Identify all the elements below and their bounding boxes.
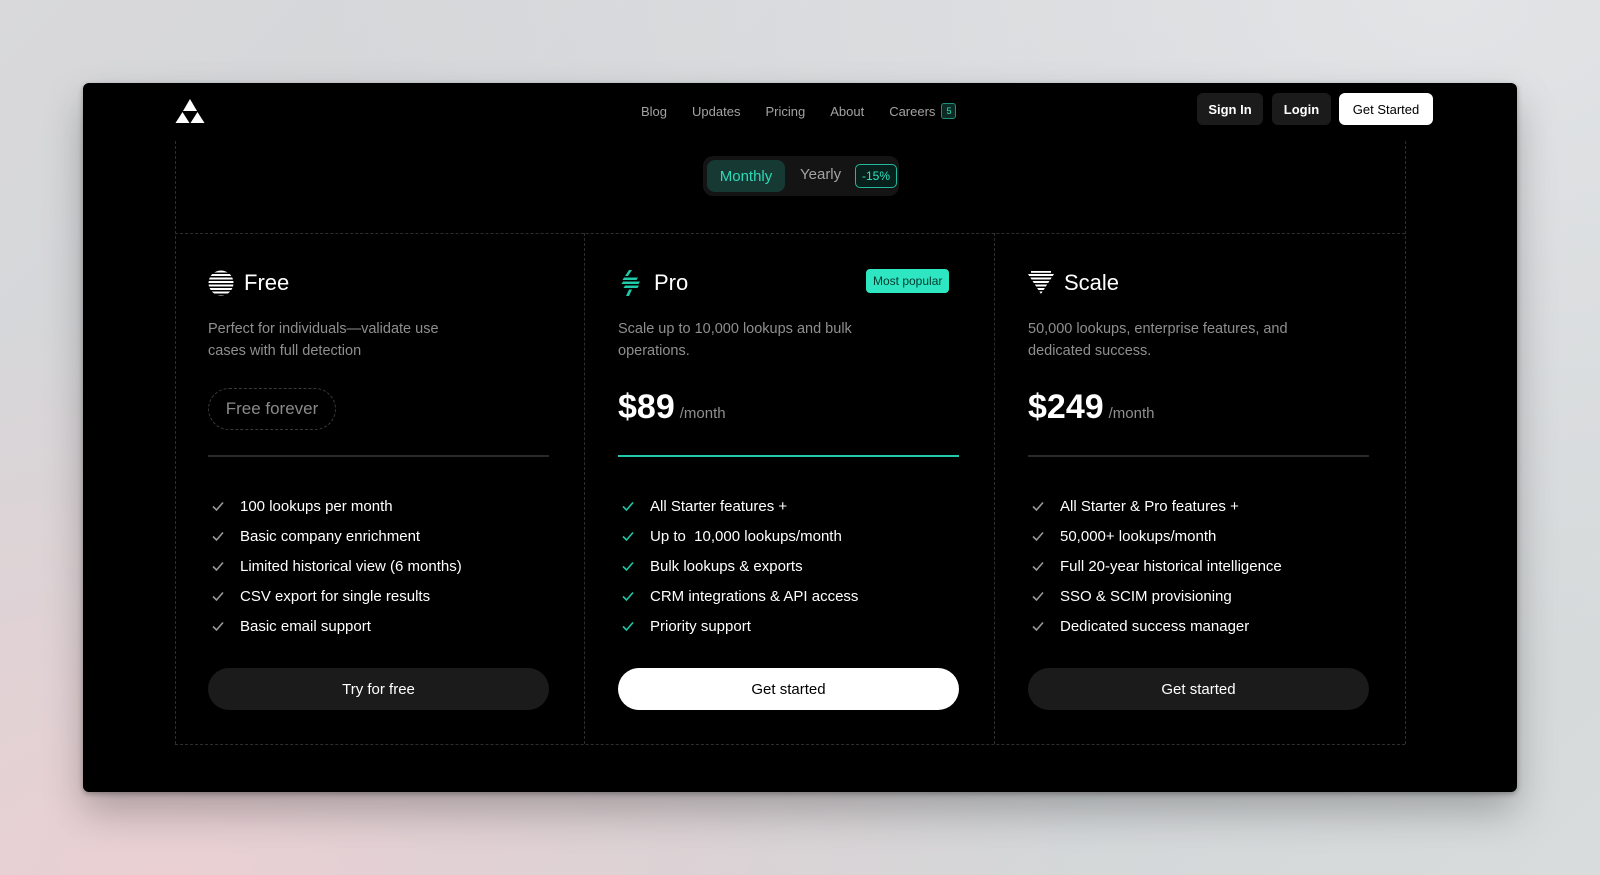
feature-item: 100 lookups per month bbox=[208, 491, 462, 521]
nav-link-pricing[interactable]: Pricing bbox=[765, 104, 805, 119]
price-label: Free forever bbox=[208, 388, 336, 430]
feature-label: Dedicated success manager bbox=[1060, 617, 1250, 635]
plan-card-pro: Pro Most popular Scale up to 10,000 look… bbox=[582, 233, 1001, 743]
sign-in-button[interactable]: Sign In bbox=[1197, 93, 1263, 125]
logo-icon[interactable] bbox=[175, 98, 205, 124]
nav-link-blog[interactable]: Blog bbox=[641, 104, 667, 119]
check-icon bbox=[212, 561, 224, 572]
try-for-free-button[interactable]: Try for free bbox=[208, 668, 549, 710]
plan-header: Pro bbox=[618, 270, 688, 296]
check-icon bbox=[622, 501, 634, 512]
check-icon bbox=[212, 501, 224, 512]
feature-item: Full 20-year historical intelligence bbox=[1028, 551, 1282, 581]
feature-item: CSV export for single results bbox=[208, 581, 462, 611]
nav-link-label: About bbox=[830, 103, 865, 119]
most-popular-badge: Most popular bbox=[866, 269, 950, 293]
frame-line bbox=[175, 744, 1405, 745]
monthly-tab[interactable]: Monthly bbox=[707, 160, 785, 192]
plan-divider bbox=[1028, 455, 1369, 457]
nav-link-label: Careers bbox=[889, 103, 936, 119]
plan-header: Free bbox=[208, 270, 289, 296]
plan-name: Scale bbox=[1064, 270, 1120, 295]
billing-toggle: Monthly Yearly -15% bbox=[703, 156, 899, 196]
app-window: Blog Updates Pricing About Careers 5 Sign… bbox=[83, 83, 1517, 792]
plan-card-free: Free Perfect for individuals—validate us… bbox=[172, 233, 591, 743]
login-button[interactable]: Login bbox=[1272, 93, 1331, 125]
nav-link-careers[interactable]: Careers 5 bbox=[889, 103, 957, 119]
price-period: /month bbox=[1108, 405, 1155, 422]
nav-link-updates[interactable]: Updates bbox=[692, 104, 740, 119]
plan-name: Free bbox=[244, 270, 290, 295]
feature-label: Limited historical view (6 months) bbox=[240, 557, 462, 575]
feature-item: Bulk lookups & exports bbox=[618, 551, 858, 581]
feature-label: Bulk lookups & exports bbox=[650, 557, 803, 575]
feature-list: All Starter features + Up to 10,000 look… bbox=[618, 491, 858, 641]
get-started-button[interactable]: Get Started bbox=[1339, 93, 1433, 125]
feature-label: All Starter features + bbox=[650, 497, 788, 515]
feature-item: 50,000+ lookups/month bbox=[1028, 521, 1282, 551]
feature-item: Priority support bbox=[618, 611, 858, 641]
price-amount: $89 bbox=[618, 388, 675, 426]
check-icon bbox=[622, 591, 634, 602]
price-period: /month bbox=[679, 405, 726, 422]
feature-item: Basic email support bbox=[208, 611, 462, 641]
plan-price: $89 /month bbox=[618, 388, 726, 427]
nav-link-label: Blog bbox=[641, 103, 668, 119]
check-icon bbox=[212, 591, 224, 602]
feature-item: SSO & SCIM provisioning bbox=[1028, 581, 1282, 611]
feature-item: All Starter features + bbox=[618, 491, 858, 521]
feature-label: All Starter & Pro features + bbox=[1060, 497, 1239, 515]
check-icon bbox=[1032, 621, 1044, 632]
feature-item: CRM integrations & API access bbox=[618, 581, 858, 611]
nav-link-label: Pricing bbox=[765, 103, 806, 119]
plan-divider bbox=[618, 455, 959, 457]
plan-header: Scale bbox=[1028, 270, 1119, 296]
striped-bolt-icon bbox=[621, 270, 640, 296]
plan-name: Pro bbox=[654, 270, 689, 295]
feature-list: All Starter & Pro features + 50,000+ loo… bbox=[1028, 491, 1282, 641]
scale-get-started-button[interactable]: Get started bbox=[1028, 668, 1369, 710]
careers-count-badge: 5 bbox=[941, 103, 957, 119]
feature-label: 100 lookups per month bbox=[240, 497, 393, 515]
feature-label: SSO & SCIM provisioning bbox=[1060, 587, 1232, 605]
plan-description: 50,000 lookups, enterprise features, and… bbox=[1028, 321, 1288, 359]
check-icon bbox=[1032, 501, 1044, 512]
striped-circle-icon bbox=[208, 270, 234, 296]
check-icon bbox=[1032, 591, 1044, 602]
check-icon bbox=[622, 561, 634, 572]
check-icon bbox=[622, 531, 634, 542]
plan-price: $249 /month bbox=[1028, 388, 1155, 427]
feature-label: Up to 10,000 lookups/month bbox=[650, 527, 842, 545]
plan-description: Perfect for individuals—validate use cas… bbox=[208, 321, 439, 359]
feature-label: Basic email support bbox=[240, 617, 371, 635]
nav-link-about[interactable]: About bbox=[830, 104, 864, 119]
feature-item: Dedicated success manager bbox=[1028, 611, 1282, 641]
feature-item: All Starter & Pro features + bbox=[1028, 491, 1282, 521]
price-amount: $249 bbox=[1028, 388, 1104, 426]
feature-label: Priority support bbox=[650, 617, 751, 635]
plan-description: Scale up to 10,000 lookups and bulk oper… bbox=[618, 321, 852, 359]
feature-label: 50,000+ lookups/month bbox=[1060, 527, 1217, 545]
striped-diamond-icon bbox=[1028, 271, 1054, 294]
check-icon bbox=[1032, 561, 1044, 572]
check-icon bbox=[1032, 531, 1044, 542]
feature-label: Basic company enrichment bbox=[240, 527, 421, 545]
feature-label: Full 20-year historical intelligence bbox=[1060, 557, 1282, 575]
plan-card-scale: Scale 50,000 lookups, enterprise feature… bbox=[992, 233, 1411, 743]
yearly-discount-badge: -15% bbox=[855, 164, 897, 188]
feature-label: CRM integrations & API access bbox=[650, 587, 859, 605]
nav-link-label: Updates bbox=[692, 103, 741, 119]
pro-get-started-button[interactable]: Get started bbox=[618, 668, 959, 710]
check-icon bbox=[212, 621, 224, 632]
plan-divider bbox=[208, 455, 549, 457]
top-nav: Blog Updates Pricing About Careers 5 bbox=[641, 100, 981, 122]
check-icon bbox=[622, 621, 634, 632]
feature-item: Up to 10,000 lookups/month bbox=[618, 521, 858, 551]
feature-list: 100 lookups per month Basic company enri… bbox=[208, 491, 462, 641]
feature-item: Basic company enrichment bbox=[208, 521, 462, 551]
feature-item: Limited historical view (6 months) bbox=[208, 551, 462, 581]
yearly-tab[interactable]: Yearly bbox=[800, 166, 841, 183]
check-icon bbox=[212, 531, 224, 542]
feature-label: CSV export for single results bbox=[240, 587, 431, 605]
